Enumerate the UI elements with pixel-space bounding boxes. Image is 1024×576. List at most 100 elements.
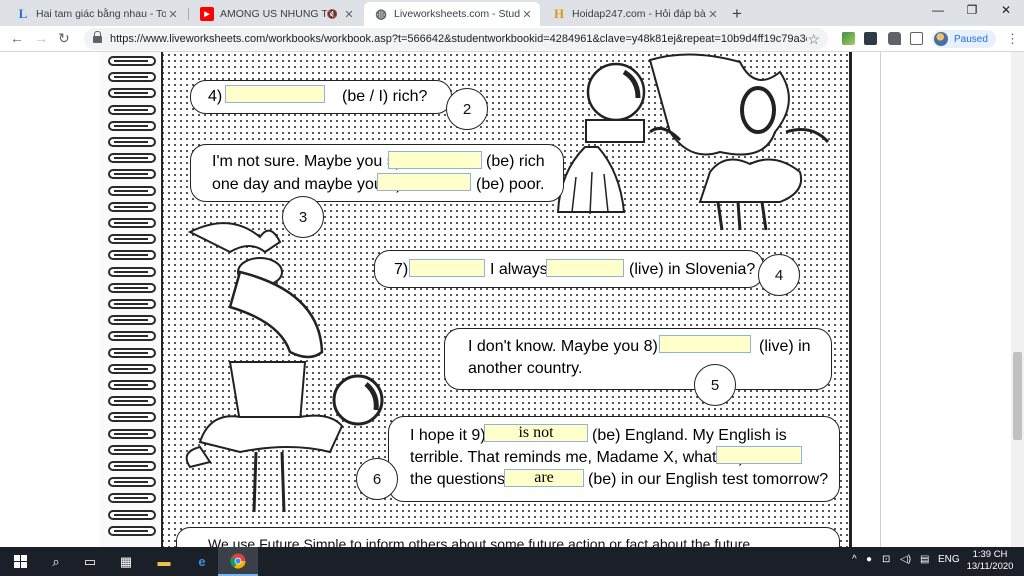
windows-start-icon[interactable] bbox=[0, 547, 40, 576]
back-icon[interactable]: ← bbox=[10, 30, 24, 46]
edge-icon[interactable]: e bbox=[182, 547, 222, 576]
page-border bbox=[880, 52, 881, 547]
extension-icon[interactable] bbox=[864, 32, 877, 45]
q5-suffix: (be) rich bbox=[486, 153, 545, 170]
binder-ring bbox=[108, 396, 156, 407]
binder-ring bbox=[108, 250, 156, 261]
q4-suffix: (be / I) rich? bbox=[342, 88, 428, 105]
kebab-menu-icon[interactable]: ⋮ bbox=[1006, 31, 1019, 47]
tab-among-us[interactable]: ▶ AMONG US NHUNG TẤT CẢ 🔇 ✕ bbox=[190, 2, 362, 26]
close-tab-icon[interactable]: ✕ bbox=[706, 8, 720, 21]
chrome-icon[interactable] bbox=[218, 547, 258, 576]
windows-taskbar: ⌕ ▭ ▦ ▬ e ^ ● ⊡ ◁) ▤ ENG 1:39 CH 13/11/2… bbox=[0, 547, 1024, 576]
answer-input-5[interactable] bbox=[388, 151, 482, 169]
forward-icon[interactable]: → bbox=[34, 30, 48, 46]
task-view-icon[interactable]: ▭ bbox=[70, 547, 110, 576]
answer-input-9[interactable] bbox=[484, 424, 588, 442]
answer-input-10[interactable] bbox=[716, 446, 802, 464]
profile-button[interactable]: Paused bbox=[932, 30, 996, 48]
bubble-number-badge: 2 bbox=[446, 88, 488, 130]
binder-ring bbox=[108, 412, 156, 423]
binder-ring bbox=[108, 363, 156, 374]
q9-suffix: (be) England. My English is bbox=[592, 427, 787, 444]
q7-prefix: 7) bbox=[394, 261, 409, 278]
tab-hoidap247[interactable]: H Hoidap247.com - Hỏi đáp bài tập ✕ bbox=[542, 2, 726, 26]
close-tab-icon[interactable]: ✕ bbox=[166, 8, 180, 21]
binder-ring bbox=[108, 509, 156, 520]
close-tab-icon[interactable]: ✕ bbox=[520, 8, 534, 21]
tab-hai-tam-giac[interactable]: L Hai tam giác bằng nhau - Toán 7 ✕ bbox=[6, 2, 186, 26]
tab-separator bbox=[188, 8, 189, 20]
address-bar[interactable]: https://www.liveworksheets.com/workbooks… bbox=[84, 28, 828, 50]
q5-text: I'm not sure. Maybe you 5) bbox=[212, 153, 401, 170]
q8-line2: another country. bbox=[468, 360, 583, 377]
fortune-teller-illustration bbox=[556, 53, 830, 231]
q7-middle: I always bbox=[490, 261, 548, 278]
globe-icon: ◍ bbox=[375, 6, 387, 21]
browser-toolbar: ← → ↻ https://www.liveworksheets.com/wor… bbox=[0, 26, 1024, 52]
binder-ring bbox=[108, 282, 156, 293]
q7-suffix: (live) in Slovenia? bbox=[629, 261, 756, 278]
binder-ring bbox=[108, 493, 156, 504]
hoidap-favicon-icon: H bbox=[553, 6, 565, 21]
q4-prefix: 4) bbox=[208, 88, 223, 105]
tab-liveworksheets[interactable]: ◍ Liveworksheets.com - Student w ✕ bbox=[364, 2, 540, 26]
system-clock[interactable]: 1:39 CH 13/11/2020 bbox=[962, 549, 1018, 573]
reload-icon[interactable]: ↻ bbox=[58, 30, 70, 47]
lock-icon bbox=[93, 30, 102, 44]
page-viewport: 4) (be / I) rich? 2 I'm not sure. Maybe … bbox=[0, 52, 1024, 547]
volume-icon[interactable]: ◁) bbox=[900, 554, 911, 565]
answer-input-8[interactable] bbox=[659, 335, 751, 353]
answer-input-6[interactable] bbox=[377, 173, 471, 191]
close-tab-icon[interactable]: ✕ bbox=[342, 8, 356, 21]
answer-input-10b[interactable] bbox=[504, 469, 584, 487]
grammar-note-text: We use Future Simple to inform others ab… bbox=[208, 536, 755, 547]
answer-input-7a[interactable] bbox=[409, 259, 485, 277]
tab-title: AMONG US NHUNG TẤT CẢ bbox=[220, 8, 327, 20]
bubble-number-badge: 4 bbox=[758, 254, 800, 296]
mute-icon[interactable]: 🔇 bbox=[327, 9, 338, 20]
language-indicator[interactable]: ENG bbox=[938, 554, 960, 565]
q6-text: one day and maybe you 6) bbox=[212, 176, 402, 193]
new-tab-icon[interactable]: + bbox=[732, 4, 742, 24]
store-icon[interactable]: ▦ bbox=[106, 547, 146, 576]
binder-ring bbox=[108, 266, 156, 277]
bubble-number-badge: 6 bbox=[356, 458, 398, 500]
binder-ring bbox=[108, 137, 156, 147]
tab-title: Hai tam giác bằng nhau - Toán 7 bbox=[36, 8, 166, 20]
restore-icon[interactable]: ❐ bbox=[954, 3, 990, 17]
tray-chevron-icon[interactable]: ^ bbox=[852, 554, 857, 565]
answer-input-7b[interactable] bbox=[546, 259, 624, 277]
tab-title: Hoidap247.com - Hỏi đáp bài tập bbox=[572, 8, 706, 20]
youtube-icon: ▶ bbox=[200, 7, 214, 21]
binder-ring bbox=[108, 72, 156, 83]
binder-ring bbox=[108, 525, 156, 536]
close-window-icon[interactable]: ✕ bbox=[988, 3, 1024, 17]
notification-icon[interactable]: ▤ bbox=[920, 554, 929, 565]
puzzle-extensions-icon[interactable] bbox=[888, 32, 901, 45]
binder-ring bbox=[108, 315, 156, 326]
binder-ring bbox=[108, 88, 156, 99]
answer-input-4[interactable] bbox=[225, 85, 325, 103]
binder-ring bbox=[108, 477, 156, 488]
reading-list-icon[interactable] bbox=[910, 32, 923, 45]
clock-time: 1:39 CH bbox=[972, 549, 1008, 560]
url-text[interactable]: https://www.liveworksheets.com/workbooks… bbox=[110, 33, 807, 45]
page-scrollbar[interactable] bbox=[1011, 52, 1024, 547]
tab-favicon-icon: L bbox=[18, 6, 28, 21]
q10-line3-suffix: (be) in our English test tomorrow? bbox=[588, 471, 829, 488]
bookmark-star-icon[interactable]: ☆ bbox=[807, 31, 820, 48]
binder-ring bbox=[108, 120, 156, 131]
file-explorer-icon[interactable]: ▬ bbox=[144, 547, 184, 576]
clock-date: 13/11/2020 bbox=[966, 561, 1014, 572]
binder-ring bbox=[108, 153, 156, 164]
binder-ring bbox=[108, 347, 156, 358]
minimize-icon[interactable]: — bbox=[920, 3, 956, 17]
tray-app-icon[interactable]: ● bbox=[866, 554, 872, 565]
avatar bbox=[934, 32, 948, 46]
network-icon[interactable]: ⊡ bbox=[882, 554, 890, 565]
binder-ring bbox=[108, 444, 156, 455]
binder-ring bbox=[108, 104, 156, 115]
extension-icon[interactable] bbox=[842, 32, 855, 45]
scrollbar-thumb[interactable] bbox=[1013, 352, 1022, 440]
